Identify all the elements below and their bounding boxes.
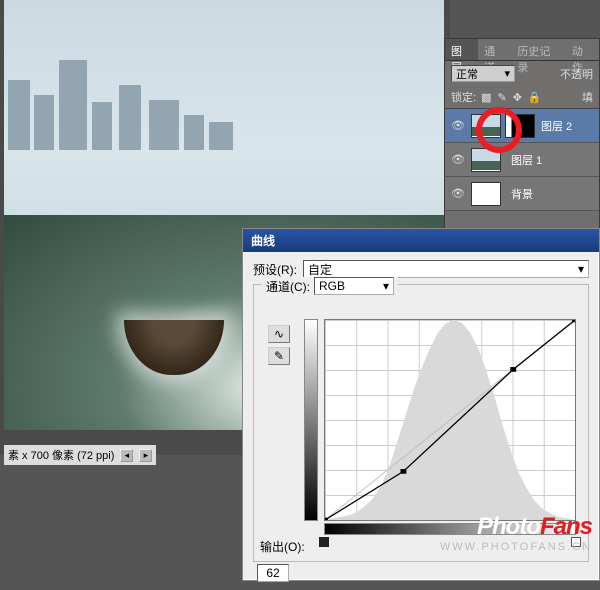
- fill-label: 填: [582, 89, 593, 105]
- layer-row[interactable]: 👁 图层 2: [445, 109, 599, 143]
- visibility-toggle[interactable]: 👁: [449, 153, 467, 166]
- curves-grid[interactable]: [324, 319, 576, 521]
- layer-thumb[interactable]: [471, 114, 501, 138]
- curves-title: 曲线: [243, 229, 599, 252]
- output-gradient: [304, 319, 318, 521]
- scroll-right-button[interactable]: ▸: [139, 449, 152, 462]
- layer-row[interactable]: 👁 图层 1: [445, 143, 599, 177]
- chevron-down-icon: ▾: [578, 262, 584, 276]
- layer-mask-thumb[interactable]: [505, 114, 535, 138]
- lock-transparency-icon[interactable]: ▩: [481, 91, 491, 104]
- opacity-label: 不透明: [560, 66, 593, 82]
- chevron-down-icon: ▾: [383, 279, 389, 293]
- curve-line[interactable]: [325, 320, 575, 520]
- visibility-toggle[interactable]: 👁: [449, 119, 467, 132]
- lock-paint-icon[interactable]: ✎: [497, 91, 506, 104]
- output-value-input[interactable]: 62: [257, 564, 289, 582]
- scroll-left-button[interactable]: ◂: [120, 449, 133, 462]
- layer-thumb[interactable]: [471, 182, 501, 206]
- layer-row[interactable]: 👁 背景: [445, 177, 599, 211]
- layer-name[interactable]: 背景: [511, 186, 533, 202]
- preset-label: 预设(R):: [253, 261, 297, 278]
- lock-label: 锁定:: [451, 89, 476, 105]
- pencil-tool-button[interactable]: ✎: [268, 347, 290, 365]
- output-label: 输出(O):: [260, 538, 305, 555]
- layer-thumb[interactable]: [471, 148, 501, 172]
- layer-name[interactable]: 图层 2: [541, 118, 572, 134]
- tab-actions[interactable]: 动作: [566, 39, 599, 60]
- zoom-status: 素 x 700 像素 (72 ppi): [8, 447, 114, 463]
- curve-tool-button[interactable]: ∿: [268, 325, 290, 343]
- visibility-toggle[interactable]: 👁: [449, 187, 467, 200]
- lock-all-icon[interactable]: 🔒: [528, 91, 542, 104]
- lock-position-icon[interactable]: ✥: [513, 91, 522, 104]
- watermark: PhotoFans WWW.PHOTOFANS.CN: [440, 513, 592, 553]
- tab-history[interactable]: 历史记录: [511, 39, 565, 60]
- chevron-down-icon: ▾: [504, 67, 510, 80]
- layers-panel: 图层 通道 历史记录 动作 正常▾ 不透明 锁定: ▩ ✎ ✥ 🔒 填 👁 图层…: [444, 38, 600, 248]
- tab-layers[interactable]: 图层: [445, 39, 478, 60]
- blend-mode-select[interactable]: 正常▾: [451, 65, 515, 82]
- layer-name[interactable]: 图层 1: [511, 152, 542, 168]
- tab-channels[interactable]: 通道: [478, 39, 511, 60]
- black-point-handle[interactable]: [319, 537, 329, 547]
- channel-label: 通道(C):: [266, 278, 310, 295]
- preset-select[interactable]: 自定▾: [303, 260, 589, 278]
- channel-select[interactable]: RGB▾: [314, 277, 394, 295]
